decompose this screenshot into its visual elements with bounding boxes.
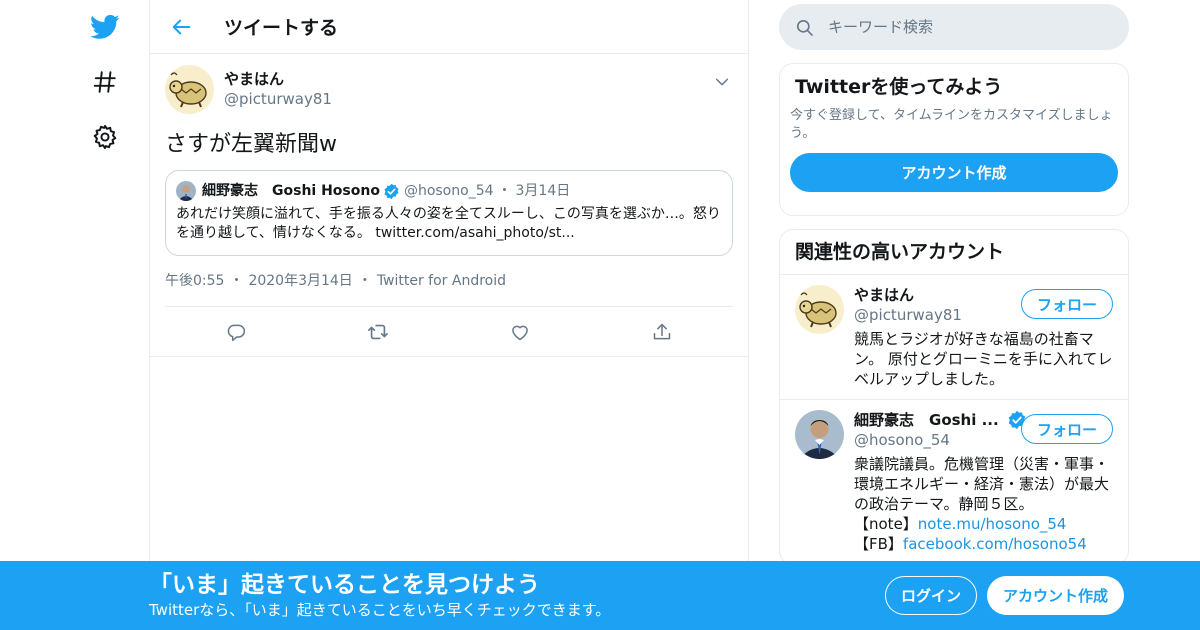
retweet-icon	[368, 324, 388, 339]
login-button[interactable]: ログイン	[885, 576, 977, 615]
user-bio: 競馬とラジオが好きな福島の社畜マン。 原付とグローミニを手に入れてレベルアップし…	[854, 330, 1113, 388]
quote-author-name: 細野豪志 Goshi Hosono	[202, 183, 380, 199]
settings-link[interactable]	[80, 112, 130, 162]
person-avatar-icon	[795, 410, 844, 459]
tweet-author[interactable]: やまはん @picturway81	[165, 64, 733, 114]
avatar[interactable]	[165, 64, 214, 114]
related-title: 関連性の高いアカウント	[795, 241, 1005, 263]
reply-button[interactable]	[218, 314, 254, 350]
search-input[interactable]	[828, 18, 1088, 36]
list-item[interactable]: 細野豪志 Goshi ... @hosono_54 衆議院議員。危機管理（災害・…	[780, 400, 1128, 564]
tweet-meta: 午後0:55 ・ 2020年3月14日・ Twitter for Android	[165, 271, 733, 291]
avatar[interactable]	[795, 285, 844, 334]
signup-description: 今すぐ登録して、タイムラインをカスタマイズしましょう。	[790, 108, 1113, 141]
tweet: やまはん @picturway81 さすが左翼新聞w 細野豪志 Goshi Ho…	[150, 54, 748, 357]
quote-avatar	[176, 181, 196, 201]
right-sidebar: Twitterを使ってみよう 今すぐ登録して、タイムラインをカスタマイズしましょ…	[779, 0, 1129, 565]
hashtag-icon	[93, 71, 116, 93]
verified-badge	[383, 183, 400, 200]
follow-button[interactable]: フォロー	[1021, 414, 1113, 444]
page-title: ツイートする	[224, 17, 339, 39]
main-header: ツイートする	[150, 0, 748, 54]
separator: ・	[357, 273, 372, 289]
tweet-display-name[interactable]: やまはん	[224, 69, 332, 89]
share-icon	[653, 323, 671, 339]
twitter-bird-icon	[90, 14, 120, 39]
list-item[interactable]: やまはん @picturway81 競馬とラジオが好きな福島の社畜マン。 原付と…	[780, 275, 1128, 400]
back-button[interactable]	[162, 7, 202, 47]
signup-title: Twitterを使ってみよう	[795, 76, 1003, 98]
banner-title: 「いま」起きていることを見つけよう	[149, 572, 540, 598]
quote-text: あれだけ笑顔に溢れて、手を振る人々の姿を全てスルーし、この写真を選ぶか…。怒りを…	[176, 206, 721, 241]
main-column: ツイートする やまはん @picturway81 さすが左翼新聞w 細野豪志 G…	[149, 0, 749, 630]
signup-button[interactable]: アカウント作成	[790, 153, 1118, 192]
separator: ・	[229, 273, 244, 289]
reply-icon	[227, 324, 246, 341]
avatar[interactable]	[795, 410, 844, 459]
turtle-avatar-icon	[165, 64, 214, 114]
fb-label: 【FB】	[854, 535, 903, 553]
verified-icon	[384, 183, 399, 199]
quote-date: 3月14日	[515, 183, 571, 199]
arrow-left-icon	[172, 19, 191, 34]
turtle-avatar-icon	[795, 285, 844, 334]
tweet-menu-button[interactable]	[710, 70, 734, 94]
tweet-actions	[150, 306, 748, 357]
tweet-date[interactable]: 2020年3月14日	[248, 273, 352, 289]
note-link[interactable]: note.mu/hosono_54	[918, 515, 1067, 533]
explore-link[interactable]	[80, 57, 130, 107]
facebook-link[interactable]: facebook.com/hosono54	[903, 535, 1087, 553]
quoted-tweet[interactable]: 細野豪志 Goshi Hosono @hosono_54 ・ 3月14日 あれだ…	[165, 170, 733, 256]
signup-card: Twitterを使ってみよう 今すぐ登録して、タイムラインをカスタマイズしましょ…	[779, 63, 1129, 216]
retweet-button[interactable]	[360, 314, 396, 350]
user-name-text[interactable]: 細野豪志 Goshi ...	[854, 410, 999, 430]
tweet-text: さすが左翼新聞w	[165, 132, 337, 157]
twitter-logo-link[interactable]	[80, 2, 130, 52]
search-box[interactable]	[779, 4, 1129, 50]
chevron-down-icon	[715, 78, 729, 86]
create-account-button[interactable]: アカウント作成	[987, 576, 1124, 615]
related-accounts-card: 関連性の高いアカウント やまはん @picturway81 競馬とラジオが好きな…	[779, 229, 1129, 565]
note-label: 【note】	[854, 515, 918, 533]
gear-icon	[93, 124, 117, 150]
tweet-time[interactable]: 午後0:55	[165, 273, 224, 289]
share-button[interactable]	[644, 314, 680, 350]
tweet-handle[interactable]: @picturway81	[224, 89, 332, 109]
user-bio: 衆議院議員。危機管理（災害・軍事・環境エネルギー・経済・憲法）が最大の政治テーマ…	[854, 454, 1113, 554]
tweet-source[interactable]: Twitter for Android	[377, 273, 506, 289]
like-icon	[512, 325, 528, 340]
separator: ・	[497, 183, 512, 199]
banner-subtitle: Twitterなら、「いま」起きていることをいち早くチェックできます。	[149, 601, 611, 619]
quote-handle: @hosono_54	[403, 183, 494, 199]
follow-button[interactable]: フォロー	[1021, 289, 1113, 319]
person-avatar-icon	[176, 181, 196, 201]
left-nav	[0, 0, 150, 630]
like-button[interactable]	[502, 314, 538, 350]
search-icon	[796, 19, 813, 36]
signup-banner: 「いま」起きていることを見つけよう Twitterなら、「いま」起きていることを…	[0, 561, 1200, 630]
user-bio-text: 衆議院議員。危機管理（災害・軍事・環境エネルギー・経済・憲法）が最大の政治テーマ…	[854, 455, 1110, 513]
